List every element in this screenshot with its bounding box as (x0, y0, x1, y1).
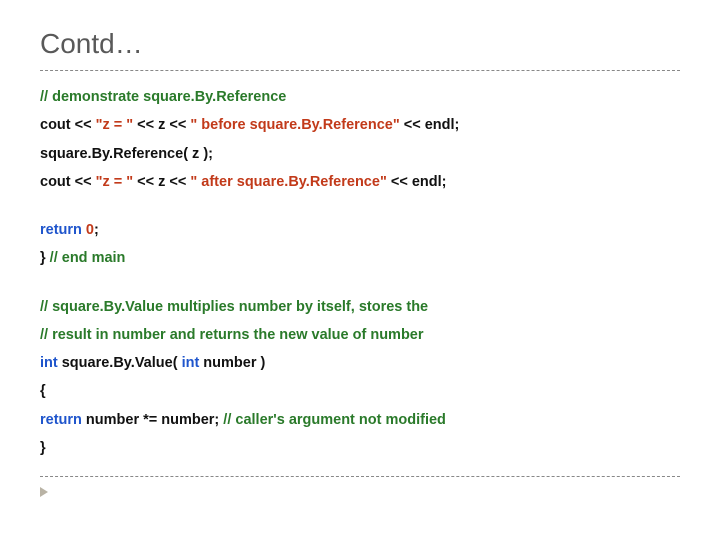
code-line: cout << "z = " << z << " before square.B… (40, 111, 680, 139)
code-line: } (40, 434, 680, 462)
code-line: // result in number and returns the new … (40, 321, 680, 349)
code-line: } // end main (40, 244, 680, 272)
top-divider (40, 70, 680, 71)
code-line: { (40, 377, 680, 405)
code-line: return 0; (40, 216, 680, 244)
code-line: cout << "z = " << z << " after square.By… (40, 168, 680, 196)
code-line: int square.By.Value( int number ) (40, 349, 680, 377)
bottom-divider (40, 476, 680, 477)
code-line: return number *= number; // caller's arg… (40, 406, 680, 434)
comment: // demonstrate square.By.Reference (40, 89, 286, 105)
code-block: // demonstrate square.By.Reference cout … (40, 83, 680, 462)
slide-title: Contd… (40, 28, 680, 60)
bullet-icon (40, 487, 48, 497)
code-line: // demonstrate square.By.Reference (40, 83, 680, 111)
code-line: square.By.Reference( z ); (40, 140, 680, 168)
code-line: // square.By.Value multiplies number by … (40, 293, 680, 321)
